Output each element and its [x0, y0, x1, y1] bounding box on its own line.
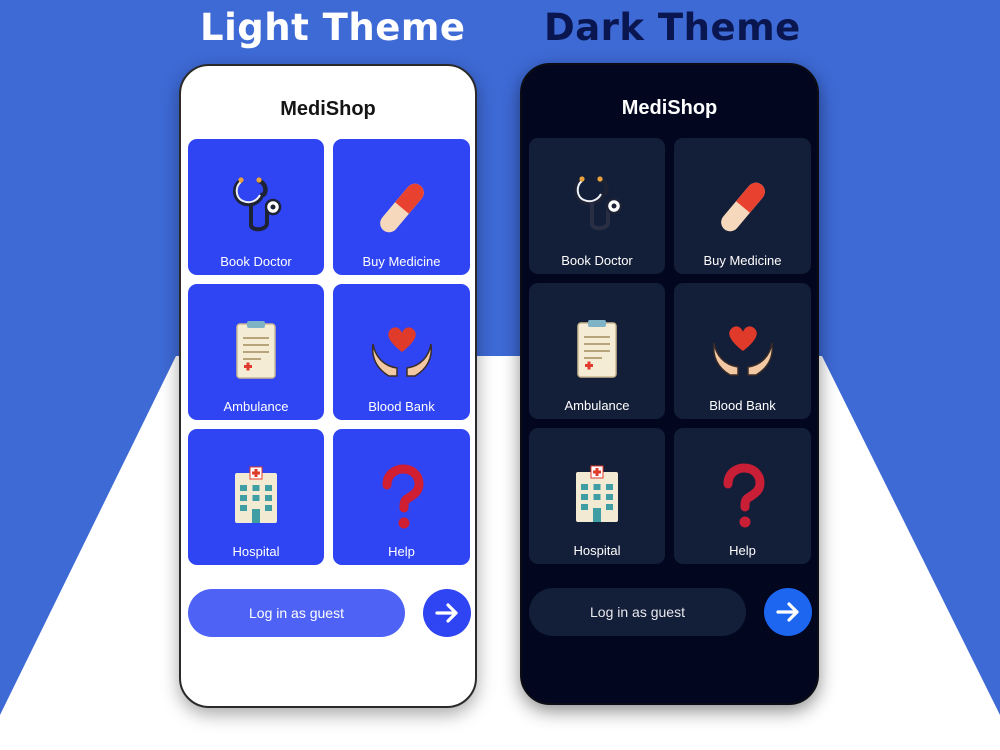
stethoscope-icon: [562, 172, 632, 242]
heart-hands-icon: [708, 317, 778, 387]
light-theme-heading: Light Theme: [200, 6, 466, 49]
book-doctor-tile[interactable]: Book Doctor: [529, 138, 665, 274]
help-label: Help: [388, 544, 415, 559]
continue-button[interactable]: [764, 588, 812, 636]
blood-bank-label: Blood Bank: [368, 399, 435, 414]
book-doctor-label: Book Doctor: [220, 254, 292, 269]
hospital-label: Hospital: [232, 544, 280, 559]
ambulance-label: Ambulance: [223, 399, 289, 414]
blood-bank-label: Blood Bank: [709, 398, 776, 413]
book-doctor-label: Book Doctor: [561, 253, 633, 268]
blood-bank-tile[interactable]: Blood Bank: [674, 283, 811, 419]
clipboard-icon: [221, 318, 291, 388]
background-floor: [0, 356, 1000, 750]
pill-icon: [367, 173, 437, 243]
heart-hands-icon: [367, 318, 437, 388]
hospital-icon: [221, 463, 291, 533]
service-grid: Book Doctor Buy Medicine Ambulance Blood…: [188, 139, 471, 565]
buy-medicine-tile[interactable]: Buy Medicine: [674, 138, 811, 274]
continue-button[interactable]: [423, 589, 471, 637]
clipboard-icon: [562, 317, 632, 387]
ambulance-tile[interactable]: Ambulance: [188, 284, 324, 420]
hospital-tile[interactable]: Hospital: [188, 429, 324, 565]
guest-login-button[interactable]: Log in as guest: [529, 588, 746, 636]
hospital-label: Hospital: [573, 543, 621, 558]
book-doctor-tile[interactable]: Book Doctor: [188, 139, 324, 275]
ambulance-label: Ambulance: [564, 398, 630, 413]
buy-medicine-label: Buy Medicine: [703, 253, 782, 268]
help-tile[interactable]: Help: [333, 429, 470, 565]
pill-icon: [708, 172, 778, 242]
question-mark-icon: [708, 462, 778, 532]
dark-theme-heading: Dark Theme: [544, 6, 801, 49]
app-title: MediShop: [280, 98, 376, 120]
app-title: MediShop: [621, 97, 718, 119]
ambulance-tile[interactable]: Ambulance: [529, 283, 665, 419]
arrow-right-icon: [435, 603, 458, 623]
question-mark-icon: [367, 463, 437, 533]
help-label: Help: [729, 543, 756, 558]
hospital-tile[interactable]: Hospital: [529, 428, 665, 564]
arrow-right-icon: [776, 602, 799, 622]
light-theme-phone: MediShop Book Doctor Buy Medicine Ambula…: [179, 64, 477, 708]
hospital-icon: [562, 462, 632, 532]
buy-medicine-tile[interactable]: Buy Medicine: [333, 139, 470, 275]
blood-bank-tile[interactable]: Blood Bank: [333, 284, 470, 420]
guest-login-button[interactable]: Log in as guest: [188, 589, 405, 637]
dark-theme-phone: MediShop Book Doctor Buy Medicine Ambula…: [520, 63, 819, 705]
service-grid: Book Doctor Buy Medicine Ambulance Blood…: [529, 138, 812, 564]
help-tile[interactable]: Help: [674, 428, 811, 564]
stethoscope-icon: [221, 173, 291, 243]
buy-medicine-label: Buy Medicine: [362, 254, 441, 269]
